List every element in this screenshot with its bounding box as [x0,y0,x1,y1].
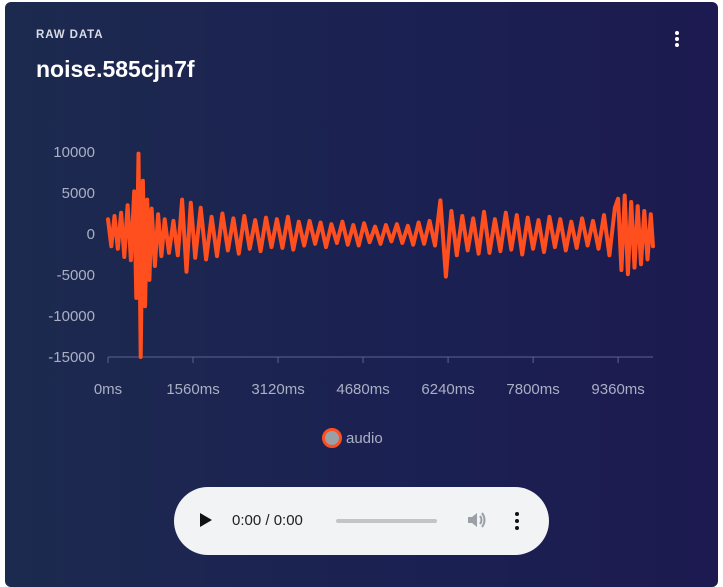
series-line-audio [106,151,655,359]
x-tick-label: 4680ms [336,381,389,398]
x-tick-label: 0ms [94,381,122,398]
audio-player: 0:00 / 0:00 [174,487,549,555]
y-tick-label: -5000 [57,267,95,284]
raw-data-card: RAW DATA noise.585cjn7f 10000 5000 0 -5000-… [5,2,718,587]
playback-time: 0:00 / 0:00 [232,512,303,529]
seek-slider[interactable] [336,519,437,523]
legend-item-audio[interactable]: audio [322,425,383,451]
dot [515,526,519,530]
y-tick-label: -15000 [48,349,95,366]
x-tick-label: 6240ms [421,381,474,398]
x-tick-label: 1560ms [166,381,219,398]
play-icon[interactable] [200,513,212,527]
legend-label: audio [346,429,383,447]
x-tick-label: 3120ms [251,381,304,398]
raw-data-chart: 10000 5000 0 -5000 -10000 -15000 0ms 1560ms 3120… [48,144,655,398]
y-tick-label: 10000 [53,144,95,161]
y-tick-label: 0 [87,226,95,243]
dot [515,512,519,516]
y-tick-label: 5000 [62,185,95,202]
x-tick-label: 9360ms [591,381,644,398]
y-tick-label: -10000 [48,308,95,325]
legend-marker [322,428,342,448]
volume-icon[interactable] [466,510,488,530]
x-tick-label: 7800ms [506,381,559,398]
player-menu-icon[interactable] [513,511,521,531]
dot [515,519,519,523]
